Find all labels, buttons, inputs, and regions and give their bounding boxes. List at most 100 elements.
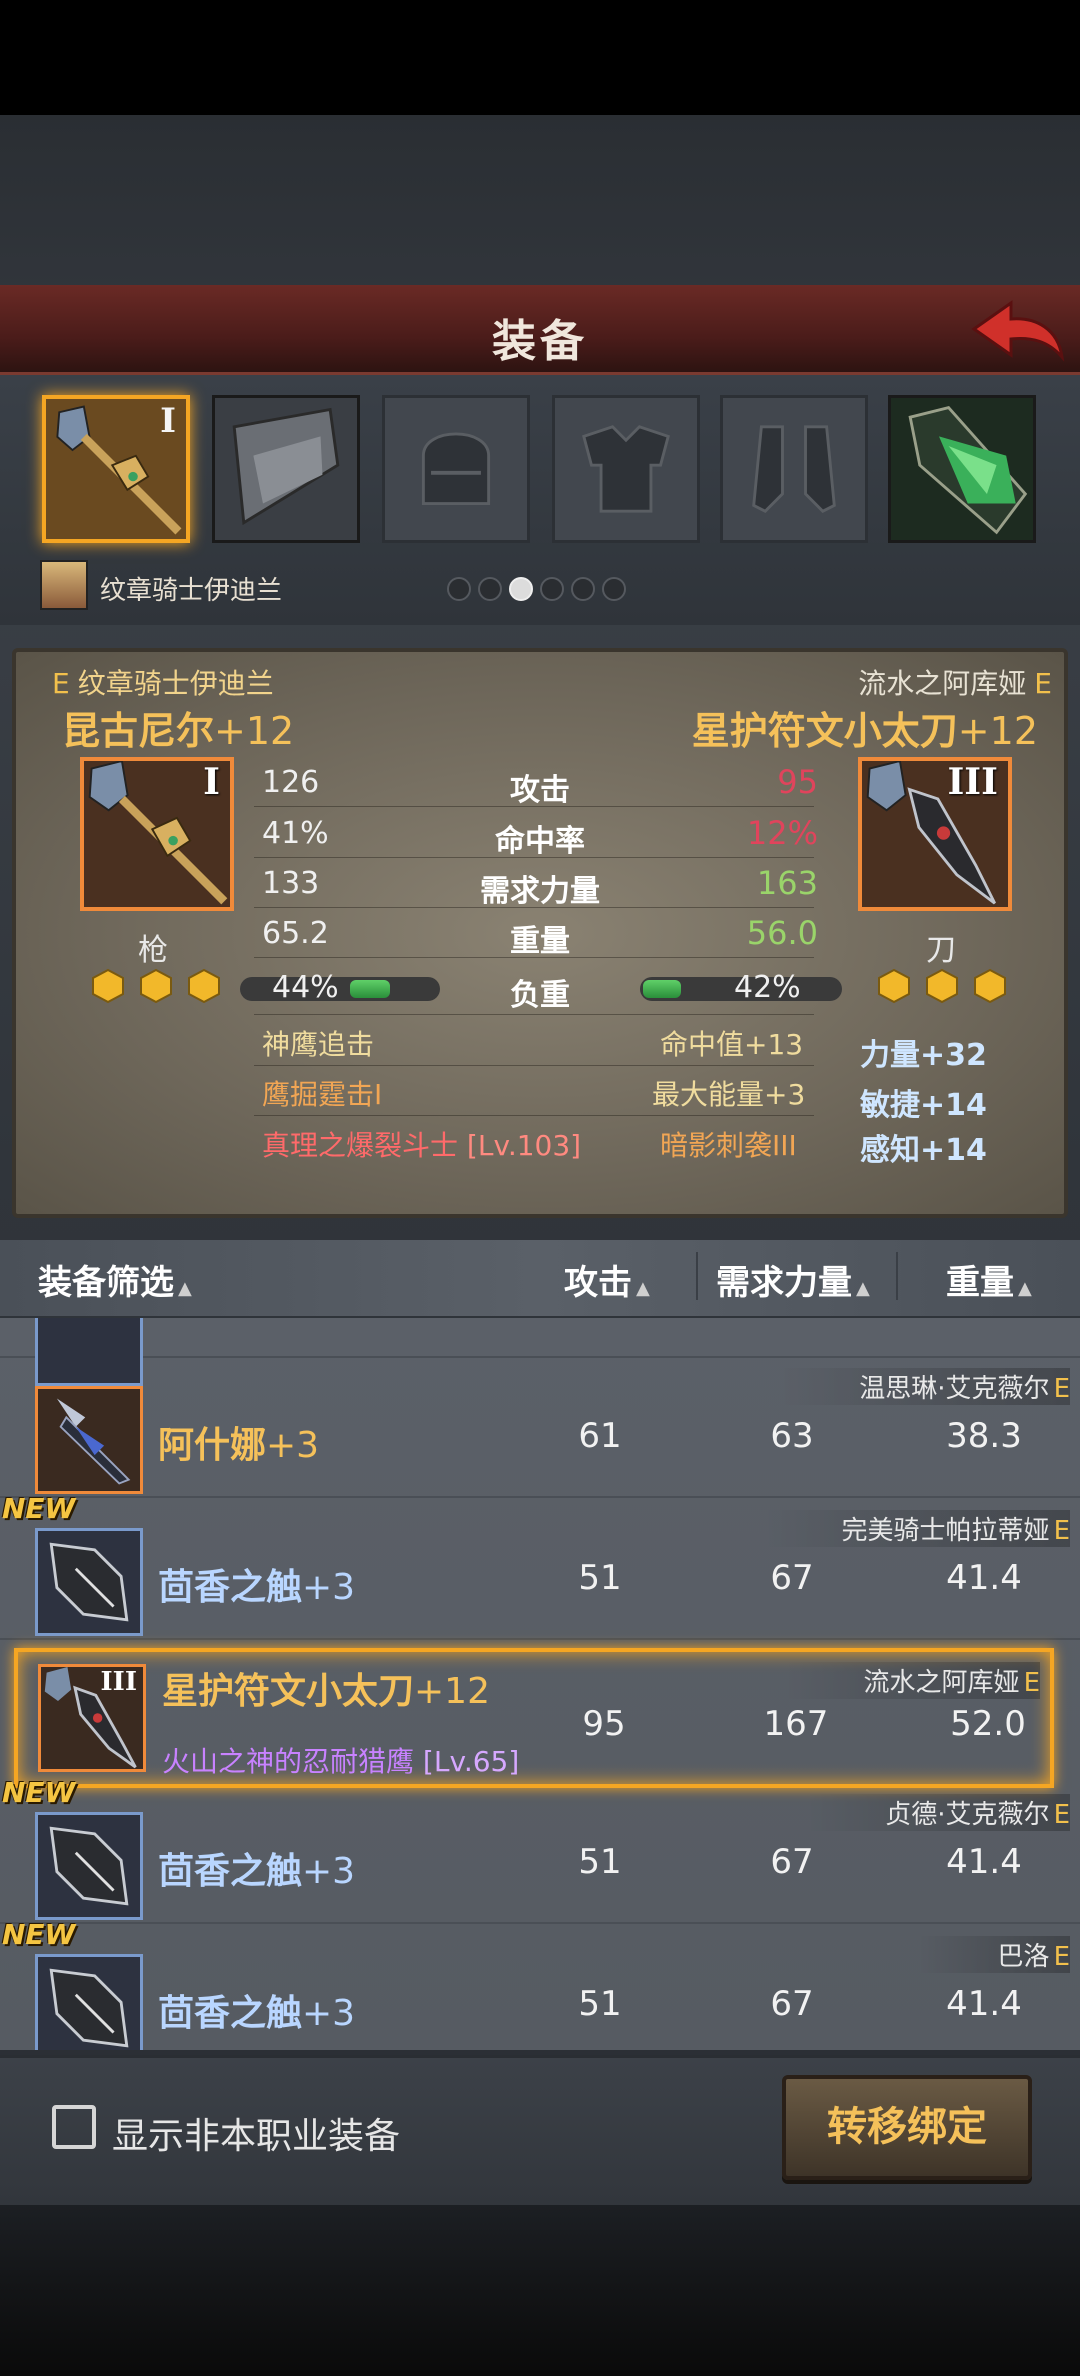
show-other-class-checkbox[interactable] (52, 2105, 96, 2149)
sort-str-button[interactable]: 需求力量 ▲ (716, 1255, 870, 1304)
label-attack: 攻击 (510, 773, 570, 808)
weapon-name: 星护符文小太刀 (691, 709, 958, 753)
load-bar-right-fill (643, 980, 681, 998)
item-attack: 95 (582, 1704, 626, 1744)
owner-tag: E (1034, 667, 1052, 700)
page-dot[interactable] (571, 577, 595, 601)
right-hit: 12% (746, 814, 818, 852)
item-weight: 41.4 (946, 1984, 1022, 2024)
item-str: 167 (763, 1704, 829, 1744)
name-plus: +3 (302, 1851, 356, 1892)
character-name: 纹章骑士伊迪兰 (100, 576, 283, 606)
divider (254, 1014, 814, 1015)
owner-tag: E (1023, 1668, 1040, 1698)
owner-tag: E (1053, 1942, 1070, 1972)
list-item-selected[interactable]: 流水之阿库娅 E III 星护符文小太刀+12 火山之神的忍耐猎鹰 [Lv.65]… (14, 1648, 1054, 1788)
slot-banner[interactable] (212, 395, 360, 543)
weight-label: 重量 (946, 1263, 1014, 1303)
boots-icon (752, 425, 836, 513)
compare-right-icon[interactable]: III (858, 757, 1012, 911)
name-plus: +3 (302, 1567, 356, 1608)
list-item-partial[interactable] (0, 1318, 1080, 1386)
bottom-background (0, 2205, 1080, 2376)
right-attack: 95 (777, 763, 818, 801)
bonus-2: 敏捷+14 (860, 1088, 987, 1123)
item-owner: 流水之阿库娅 E (783, 1662, 1040, 1699)
str-label: 需求力量 (716, 1263, 852, 1303)
equipment-list[interactable]: 温思琳·艾克薇尔 E 阿什娜+3 61 63 38.3 NEW 完美骑士帕拉蒂娅 E… (0, 1318, 1080, 2050)
banner-icon (232, 407, 340, 526)
name-text: 茴香之触 (158, 1993, 303, 2034)
avatar[interactable] (40, 560, 88, 610)
page-dot[interactable] (602, 577, 626, 601)
item-icon (35, 1954, 143, 2050)
skill-left-3: 真理之爆裂斗士 [Lv.103] (262, 1124, 581, 1164)
owner-tag: E (1053, 1374, 1070, 1404)
list-item[interactable]: NEW 贞德·艾克薇尔 E 茴香之触+3 51 67 41.4 (0, 1776, 1080, 1924)
sort-filter-button[interactable]: 装备筛选 ▲ (38, 1255, 192, 1304)
label-hit: 命中率 (495, 824, 585, 859)
gem-slot-icon (974, 968, 1006, 1004)
sort-up-icon: ▲ (636, 1278, 650, 1299)
item-weight: 38.3 (946, 1416, 1022, 1456)
slot-spear[interactable]: I (42, 395, 190, 543)
slot-armor[interactable] (552, 395, 700, 543)
divider (254, 957, 814, 958)
back-button[interactable] (966, 291, 1066, 369)
item-str: 67 (770, 1558, 814, 1598)
item-owner: 完美骑士帕拉蒂娅 E (761, 1510, 1070, 1547)
skill-left-1: 神鹰追击 (262, 1028, 375, 1061)
skill-right-1: 命中值+13 (660, 1028, 804, 1061)
name-text: 茴香之触 (158, 1851, 303, 1892)
item-str: 67 (770, 1842, 814, 1882)
list-item[interactable]: 温思琳·艾克薇尔 E 阿什娜+3 61 63 38.3 (0, 1358, 1080, 1498)
compare-left-icon[interactable]: I (80, 757, 234, 911)
name-plus: +12 (414, 1671, 490, 1712)
owner-name: 流水之阿库娅 (858, 667, 1027, 700)
item-str: 63 (770, 1416, 814, 1456)
gem-slot-icon (926, 968, 958, 1004)
divider (254, 806, 814, 807)
left-attack: 126 (262, 765, 320, 800)
weapon-plus: +12 (214, 709, 295, 753)
weapon-rank: I (203, 761, 220, 803)
weapon-type-left: 枪 (138, 933, 168, 968)
page-dot[interactable] (540, 577, 564, 601)
owner-name: 巴洛 (997, 1942, 1050, 1972)
page-dot-active[interactable] (509, 577, 533, 601)
item-owner: 贞德·艾克薇尔 E (805, 1794, 1070, 1831)
item-name: 茴香之触+3 (158, 1984, 355, 2036)
item-weight: 41.4 (946, 1558, 1022, 1598)
list-item[interactable]: NEW 巴洛 E 茴香之触+3 51 67 41.4 (0, 1918, 1080, 2050)
header-divider (896, 1252, 898, 1300)
transfer-bind-button[interactable]: 转移绑定 (782, 2075, 1032, 2180)
name-text: 星护符文小太刀 (162, 1671, 415, 1712)
sort-weight-button[interactable]: 重量 ▲ (946, 1255, 1032, 1304)
skill-right-3: 暗影刺袭III (660, 1129, 797, 1162)
item-rank: III (100, 1667, 138, 1697)
label-load: 负重 (510, 978, 570, 1013)
slot-helmet[interactable] (382, 395, 530, 543)
filter-label: 装备筛选 (38, 1263, 174, 1303)
sort-attack-button[interactable]: 攻击 ▲ (564, 1255, 650, 1304)
skill-level: [Lv.103] (466, 1129, 582, 1162)
list-item[interactable]: NEW 完美骑士帕拉蒂娅 E 茴香之触+3 51 67 41.4 (0, 1492, 1080, 1640)
item-owner: 巴洛 E (917, 1936, 1070, 1973)
owner-name: 纹章骑士伊迪兰 (77, 667, 274, 700)
skill-left-2: 鹰掘霆击I (262, 1078, 383, 1111)
show-other-class-label[interactable]: 显示非本职业装备 (112, 2107, 400, 2159)
item-attack: 61 (578, 1416, 622, 1456)
bonus-1: 力量+32 (860, 1038, 987, 1073)
weapon-rank: III (947, 761, 998, 803)
page-dot[interactable] (447, 577, 471, 601)
slot-boots[interactable] (720, 395, 868, 543)
back-arrow-icon (971, 300, 1065, 362)
item-name: 茴香之触+3 (158, 1842, 355, 1894)
page-dot[interactable] (478, 577, 502, 601)
owner-name: 温思琳·艾克薇尔 (859, 1374, 1050, 1404)
label-str: 需求力量 (480, 874, 600, 909)
item-skill: 火山之神的忍耐猎鹰 [Lv.65] (162, 1740, 519, 1780)
sort-up-icon: ▲ (178, 1278, 192, 1299)
slot-green-gem[interactable] (888, 395, 1036, 543)
load-bar-left (240, 977, 440, 1001)
